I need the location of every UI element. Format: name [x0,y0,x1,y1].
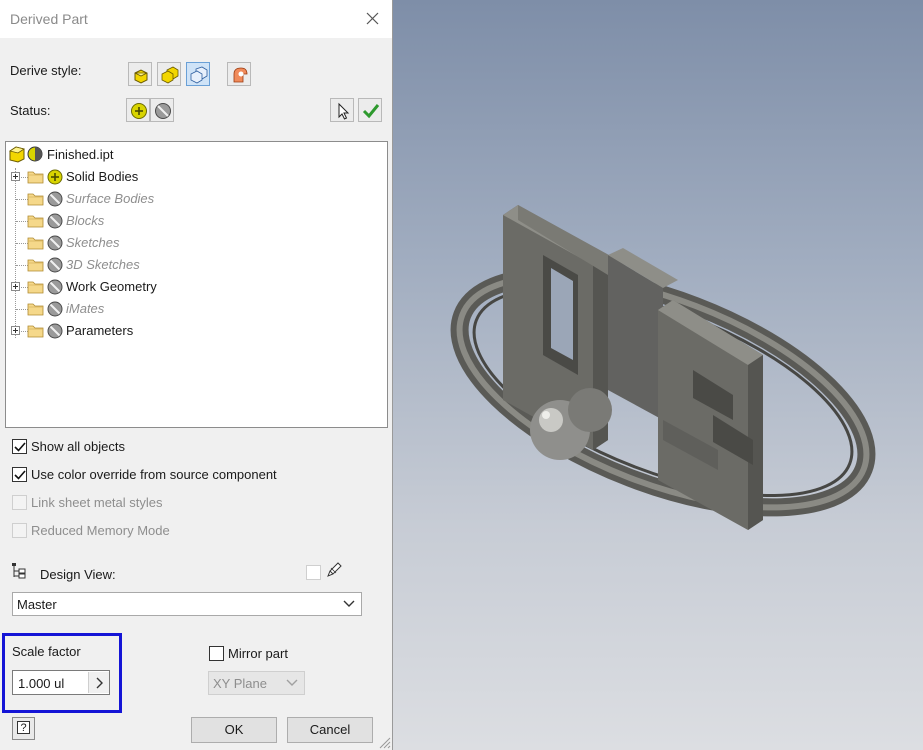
checkmark-icon [14,470,26,480]
color-override-checkbox[interactable] [12,467,27,482]
help-button[interactable]: ? [12,717,35,740]
checkmark-icon [14,442,26,452]
folder-icon [27,193,44,206]
derive-style-composite-button[interactable] [227,62,251,86]
exclude-slash-icon [155,103,171,119]
exclude-slash-icon[interactable] [47,191,63,207]
tree-root-label: Finished.ipt [47,147,114,162]
folder-icon [27,303,44,316]
derive-style-label: Derive style: [10,63,82,78]
tree-item-label: Blocks [66,213,105,228]
pencil-edit-icon[interactable] [325,561,343,579]
composite-icon [233,67,248,83]
mirror-plane-select[interactable]: XY Plane [208,671,305,695]
expand-toggle-icon[interactable] [11,326,20,335]
exclude-slash-icon[interactable] [47,279,63,295]
color-override-label: Use color override from source component [31,467,277,482]
title-bar: Derived Part [0,0,392,38]
mirror-part-checkbox[interactable] [209,646,224,661]
design-view-select[interactable]: Master [12,592,362,616]
derived-part-dialog: Derived Part Derive style: Status: Finis… [0,0,393,750]
exclude-slash-icon[interactable] [47,213,63,229]
design-view-link-checkbox[interactable] [306,565,321,580]
close-button[interactable] [360,8,384,30]
select-source-button[interactable] [330,98,354,122]
design-view-value: Master [17,597,57,612]
derive-style-single-solid-button[interactable] [128,62,152,86]
scale-factor-expand-button[interactable] [88,672,109,693]
reduced-memory-checkbox[interactable] [12,523,27,538]
status-label: Status: [10,103,51,118]
surface-body-icon [190,66,208,84]
tree-item[interactable]: Surface Bodies [8,189,378,209]
link-sheet-metal-checkbox[interactable] [12,495,27,510]
tree-item[interactable]: Solid Bodies [8,167,378,187]
show-all-objects-label: Show all objects [31,439,125,454]
tree-item-label: Sketches [66,235,120,250]
source-tree[interactable]: Finished.ipt Solid Bodies Surface Bodies B… [5,141,388,428]
tree-item[interactable]: 3D Sketches [8,255,378,275]
chevron-down-icon [343,600,355,607]
tree-item-label: Solid Bodies [66,169,139,184]
scale-factor-input[interactable]: 1.000 ul [12,670,110,695]
close-icon [366,12,379,25]
derive-style-surface-button[interactable] [186,62,210,86]
single-solid-icon [134,69,148,84]
folder-icon [27,171,44,184]
cursor-arrow-icon [338,102,350,120]
tree-item[interactable]: Blocks [8,211,378,231]
design-view-tree-icon [12,563,26,579]
scale-factor-label: Scale factor [12,644,81,659]
reduced-memory-label: Reduced Memory Mode [31,523,170,538]
chevron-down-icon [286,679,298,686]
link-sheet-metal-label: Link sheet metal styles [31,495,163,510]
dialog-title: Derived Part [10,11,88,27]
expand-toggle-icon[interactable] [11,172,20,181]
tree-item[interactable]: Work Geometry [8,277,378,297]
folder-icon [27,281,44,294]
exclude-slash-icon[interactable] [47,323,63,339]
folder-icon [27,215,44,228]
expand-toggle-icon[interactable] [11,282,20,291]
tree-item-label: Surface Bodies [66,191,155,206]
show-all-objects-checkbox[interactable] [12,439,27,454]
accept-check-button[interactable] [358,98,382,122]
tree-item-label: Work Geometry [66,279,157,294]
chevron-right-icon [96,677,103,689]
tree-root[interactable]: Finished.ipt [8,145,378,165]
model-render [450,205,876,530]
derive-style-multi-solid-button[interactable] [157,62,181,86]
part-file-icon [9,146,25,163]
mirror-part-label: Mirror part [228,646,288,661]
folder-icon [27,259,44,272]
tree-item[interactable]: Sketches [8,233,378,253]
tree-item-label: iMates [66,301,105,316]
include-plus-icon [131,103,147,119]
status-include-button[interactable] [126,98,150,122]
tree-item-label: 3D Sketches [66,257,140,272]
help-icon: ? [17,721,30,734]
tree-item[interactable]: iMates [8,299,378,319]
scale-factor-value: 1.000 ul [18,676,65,691]
exclude-slash-icon[interactable] [47,257,63,273]
design-view-label: Design View: [40,567,116,582]
exclude-slash-icon[interactable] [47,235,63,251]
exclude-slash-icon[interactable] [47,301,63,317]
folder-icon [27,237,44,250]
mixed-status-icon [27,146,43,162]
multi-solid-icon [161,66,179,84]
tree-item[interactable]: Parameters [8,321,378,341]
model-viewport[interactable] [393,0,923,750]
resize-grip-icon[interactable] [377,735,391,749]
green-check-icon [362,104,380,119]
include-plus-icon[interactable] [47,169,63,185]
mirror-plane-value: XY Plane [213,676,267,691]
tree-item-label: Parameters [66,323,134,338]
cancel-button[interactable]: Cancel [287,717,373,743]
ok-button[interactable]: OK [191,717,277,743]
status-exclude-button[interactable] [150,98,174,122]
folder-icon [27,325,44,338]
